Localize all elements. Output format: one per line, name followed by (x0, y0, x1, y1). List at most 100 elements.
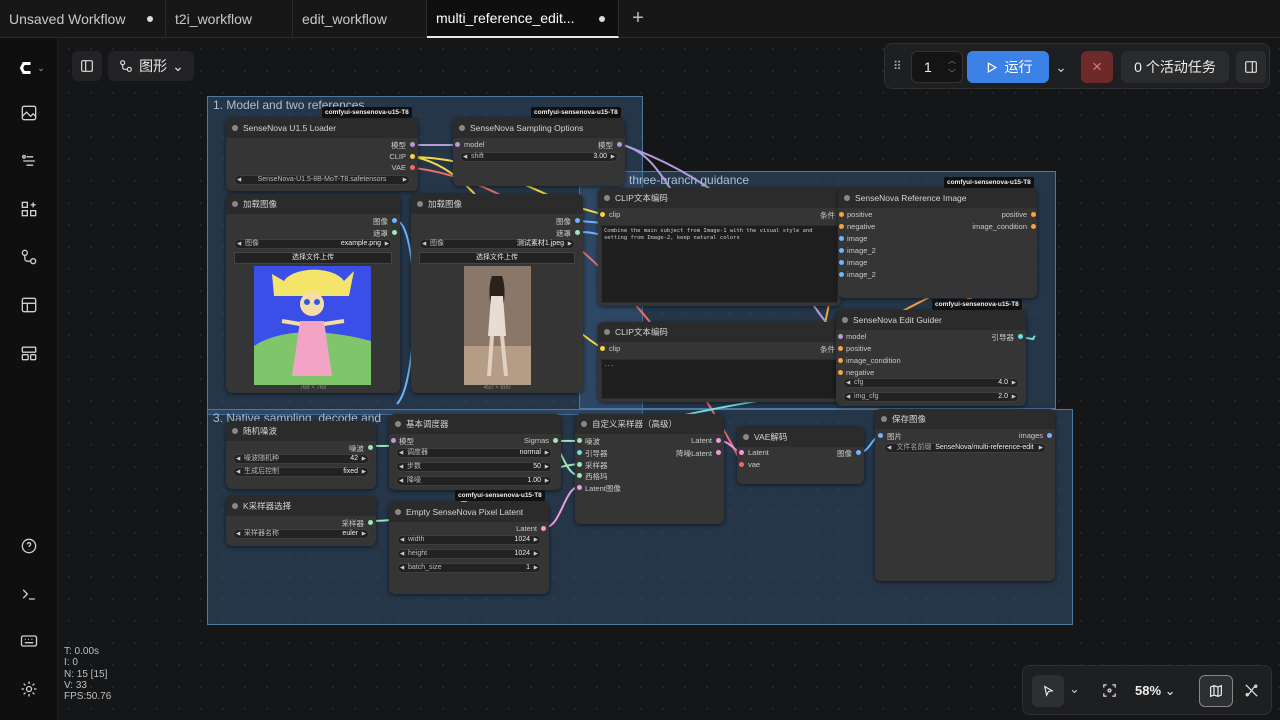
filename-prefix-widget[interactable]: 文件名前缀 SenseNova/multi-reference-edit (884, 443, 1046, 453)
output-pin[interactable] (392, 230, 397, 235)
node-load-image-1[interactable]: 加载图像 图像 遮罩 图像 example.png 选择文件上传 768 × 76… (226, 194, 400, 393)
denoise-widget[interactable]: 降噪 1.00 (396, 476, 552, 486)
steps-widget[interactable]: 步数 50 (396, 462, 552, 472)
widget-label: 采样器名称 (244, 530, 279, 537)
ckpt-name-widget[interactable]: SenseNova-U1.5-8B-MoT-T8.safetensors (234, 175, 410, 185)
node-vae-decode[interactable]: VAE解码 Latent vae 图像 (737, 427, 864, 484)
input-pin[interactable] (839, 272, 844, 277)
output-pin[interactable] (410, 154, 415, 159)
input-pin[interactable] (878, 433, 883, 438)
minimap-toggle-button[interactable] (1199, 675, 1233, 707)
output-pin[interactable] (1031, 224, 1036, 229)
input-pin[interactable] (839, 224, 844, 229)
img-cfg-widget[interactable]: img_cfg 2.0 (843, 392, 1019, 402)
input-pin[interactable] (839, 248, 844, 253)
node-sensenova-loader[interactable]: SenseNova U1.5 Loader 模型 CLIP VAE SenseN… (226, 118, 418, 191)
input-pin[interactable] (838, 346, 843, 351)
tool-dropdown-chevron-icon[interactable]: ⌄ (1069, 681, 1080, 697)
width-widget[interactable]: width 1024 (397, 535, 541, 545)
sampler-name-widget[interactable]: 采样器名称 euler (233, 529, 369, 539)
output-pin[interactable] (1047, 433, 1052, 438)
node-clip-text-encode-2[interactable]: CLIP文本编码 clip 条件 ... (598, 322, 841, 402)
widget-label: 调度器 (407, 449, 428, 456)
select-tool-button[interactable] (1032, 675, 1064, 707)
input-pin[interactable] (739, 462, 744, 467)
output-pin[interactable] (575, 218, 580, 223)
input-pin[interactable] (838, 370, 843, 375)
input-pin[interactable] (739, 450, 744, 455)
input-pin[interactable] (838, 334, 843, 339)
output-pin[interactable] (368, 445, 373, 450)
output-pin[interactable] (410, 165, 415, 170)
node-empty-latent[interactable]: Empty SenseNova Pixel Latent Latent widt… (389, 502, 549, 594)
output-pin[interactable] (617, 142, 622, 147)
prompt-textarea[interactable]: Combine the main subject from Image-1 wi… (601, 225, 838, 303)
height-widget[interactable]: height 1024 (397, 549, 541, 559)
input-pin[interactable] (600, 346, 605, 351)
image-select-widget[interactable]: 图像 example.png (234, 239, 392, 249)
output-label: 条件 (820, 211, 835, 220)
control-widget[interactable]: 生成后控制 fixed (233, 467, 369, 477)
node-load-image-2[interactable]: 加载图像 图像 遮罩 图像测试素材1.jpeg 选择文件上传 450 × 800 (411, 194, 583, 393)
node-custom-sampler[interactable]: 自定义采样器（高级） 噪波 引导器 采样器 西格玛 Latent图像 Laten… (575, 414, 724, 524)
widget-label: batch_size (408, 564, 442, 571)
node-title: Empty SenseNova Pixel Latent (389, 502, 549, 522)
input-pin[interactable] (577, 473, 582, 478)
input-label: positive (847, 210, 873, 219)
node-basic-scheduler[interactable]: 基本调度器 模型 Sigmas 调度器 normal 步数 50 降噪 1.00 (389, 414, 561, 490)
input-pin[interactable] (839, 260, 844, 265)
node-reference-image[interactable]: SenseNova Reference Image positive negat… (838, 188, 1037, 298)
node-title: 基本调度器 (389, 414, 561, 434)
image-select-widget[interactable]: 图像 测试素材1.jpeg (419, 239, 575, 249)
input-pin[interactable] (839, 212, 844, 217)
upload-button[interactable]: 选择文件上传 (234, 252, 392, 264)
input-label: model (846, 332, 867, 341)
output-pin[interactable] (856, 450, 861, 455)
node-ksampler-select[interactable]: K采样器选择 采样器 采样器名称 euler (226, 496, 376, 546)
output-pin[interactable] (553, 438, 558, 443)
output-pin[interactable] (716, 438, 721, 443)
input-pin[interactable] (839, 236, 844, 241)
input-pin[interactable] (577, 450, 582, 455)
upload-button[interactable]: 选择文件上传 (419, 252, 575, 264)
input-pin[interactable] (455, 142, 460, 147)
batch-size-widget[interactable]: batch_size 1 (397, 563, 541, 573)
seed-widget[interactable]: 噪波随机种 42 (233, 454, 369, 464)
output-pin[interactable] (410, 142, 415, 147)
input-pin[interactable] (600, 212, 605, 217)
output-label: 遮罩 (556, 229, 571, 238)
node-edit-guider[interactable]: SenseNova Edit Guider model positive ima… (836, 310, 1026, 406)
output-pin[interactable] (541, 526, 546, 531)
node-sampling-options[interactable]: SenseNova Sampling Options model 模型 shif… (453, 118, 625, 186)
output-label: 噪波 (349, 444, 364, 453)
output-label: 图像 (556, 217, 571, 226)
scheduler-widget[interactable]: 调度器 normal (396, 448, 552, 458)
node-random-noise[interactable]: 随机噪波 噪波 噪波随机种 42 生成后控制 fixed (226, 421, 376, 489)
image-size-label: 450 × 800 (483, 385, 511, 391)
input-pin[interactable] (577, 438, 582, 443)
pointer-icon (1043, 684, 1054, 697)
widget-label: 生成后控制 (244, 468, 279, 475)
fit-view-icon[interactable] (1101, 682, 1118, 704)
output-pin[interactable] (1031, 212, 1036, 217)
output-pin[interactable] (368, 520, 373, 525)
node-clip-text-encode-1[interactable]: CLIP文本编码 clip 条件 Combine the main subjec… (598, 188, 841, 306)
widget-label: 步数 (407, 463, 421, 470)
prompt-textarea[interactable]: ... (601, 359, 838, 399)
hide-links-icon[interactable] (1243, 682, 1260, 704)
input-pin[interactable] (838, 358, 843, 363)
shift-widget[interactable]: shift 3.00 (460, 152, 618, 162)
output-pin[interactable] (716, 450, 721, 455)
cfg-widget[interactable]: cfg 4.0 (843, 378, 1019, 388)
output-pin[interactable] (392, 218, 397, 223)
node-save-image[interactable]: 保存图像 图片 images 文件名前缀 SenseNova/multi-ref… (875, 409, 1055, 581)
input-label: 噪波 (585, 437, 600, 446)
input-pin[interactable] (391, 438, 396, 443)
output-label: positive (1001, 210, 1027, 219)
input-pin[interactable] (577, 485, 582, 490)
widget-value: 1 (526, 564, 530, 571)
zoom-level[interactable]: 58% ⌄ (1135, 683, 1176, 699)
input-pin[interactable] (577, 462, 582, 467)
output-pin[interactable] (1018, 334, 1023, 339)
output-pin[interactable] (575, 230, 580, 235)
